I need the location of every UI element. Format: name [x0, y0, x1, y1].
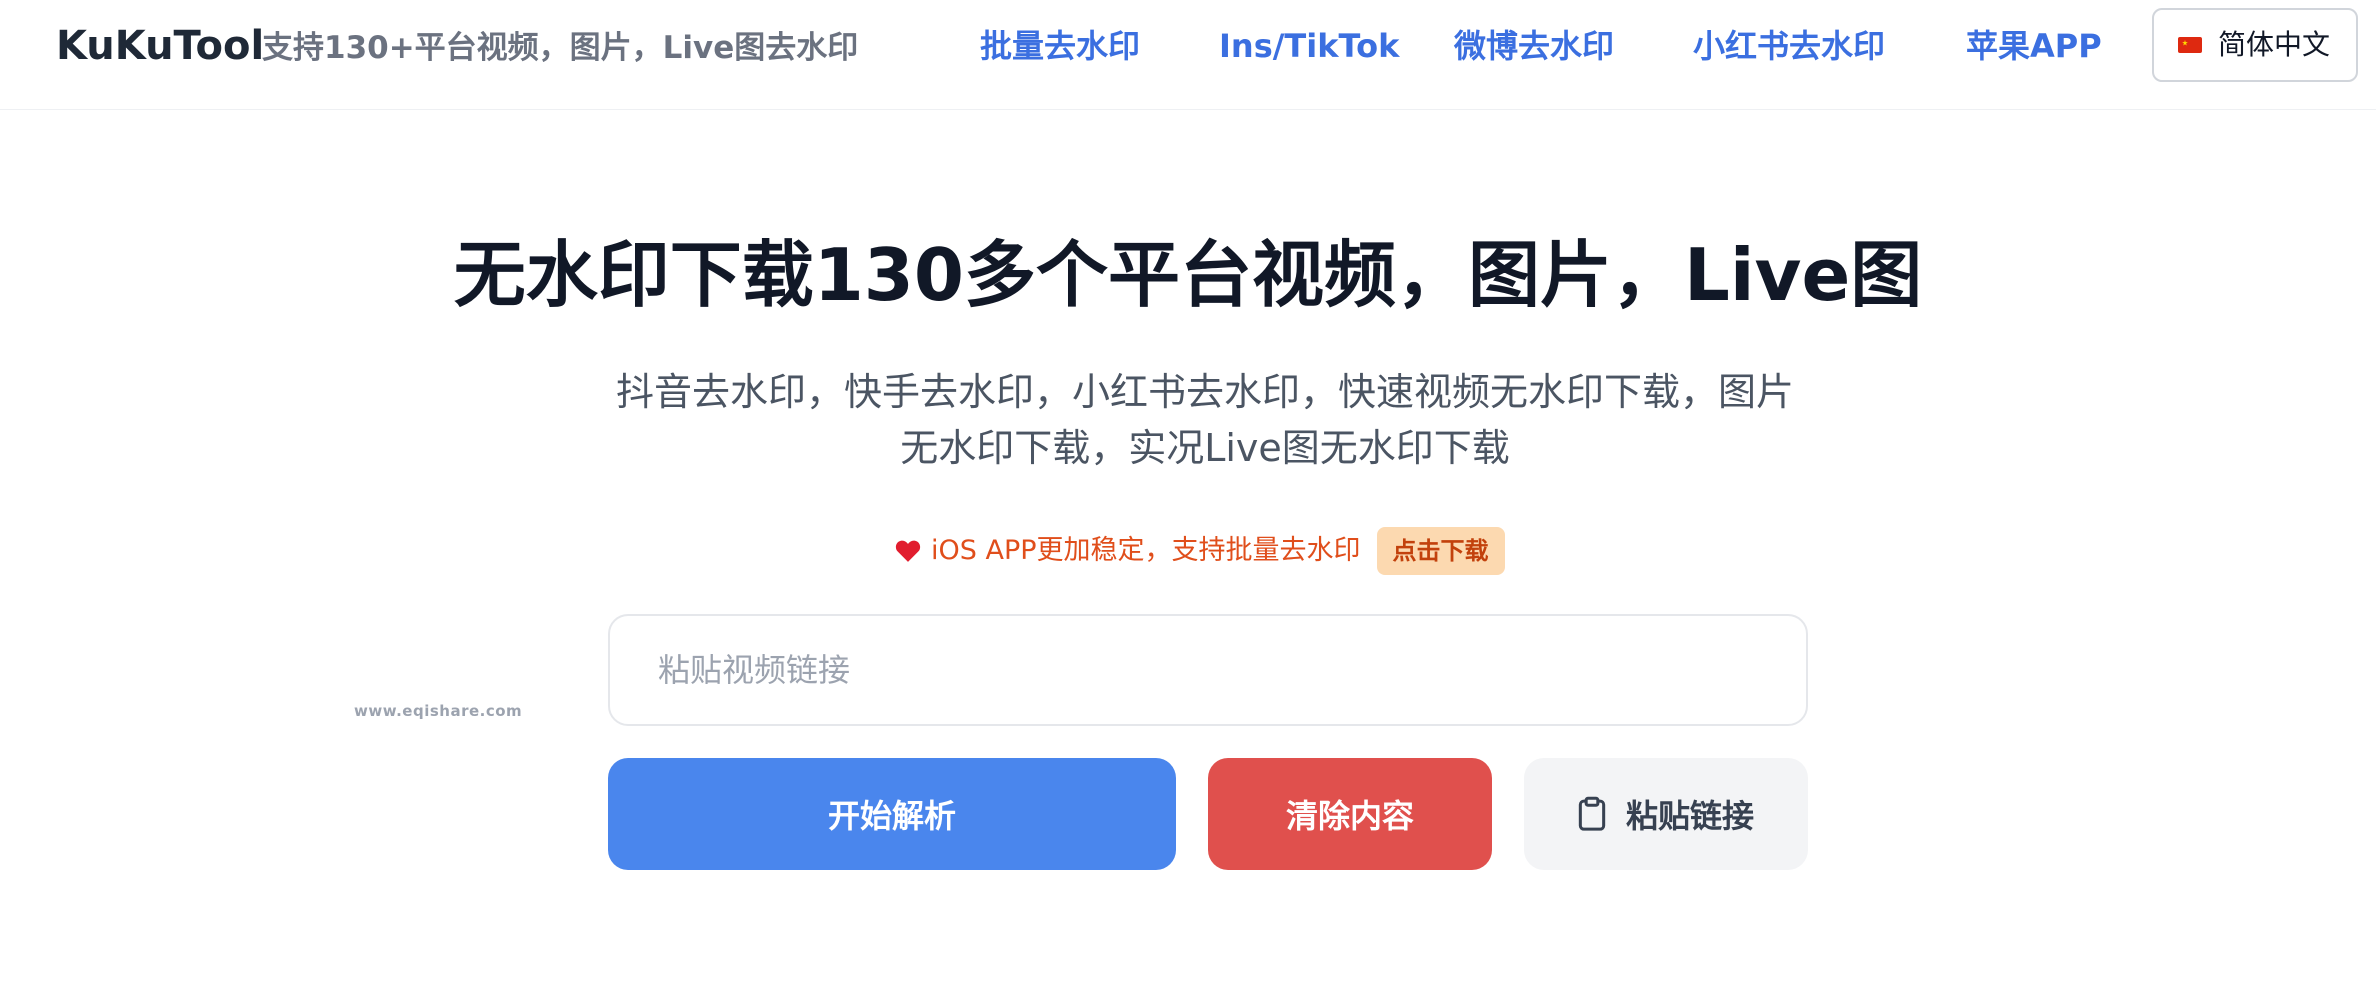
brand-tagline: 支持130+平台视频，图片，Live图去水印	[262, 30, 859, 66]
paste-link-button[interactable]: 粘贴链接	[1524, 758, 1808, 870]
site-watermark: www.eqishare.com	[354, 702, 523, 720]
nav-weibo[interactable]: 微博去水印	[1454, 26, 1614, 66]
download-app-badge[interactable]: 点击下载	[1376, 527, 1505, 575]
hero-title: 无水印下载130多个平台视频，图片，Live图	[453, 233, 1923, 317]
clipboard-icon	[1578, 796, 1606, 831]
clear-content-label: 清除内容	[1285, 797, 1414, 835]
nav-batch-remove[interactable]: 批量去水印	[980, 26, 1140, 66]
hero-subtitle: 抖音去水印，快手去水印，小红书去水印，快速视频无水印下载，图片无水印下载，实况L…	[615, 370, 1794, 470]
start-parse-label: 开始解析	[827, 797, 956, 835]
start-parse-button[interactable]: 开始解析	[608, 758, 1176, 870]
brand-logo[interactable]: KuKuTool	[56, 24, 264, 68]
clear-content-button[interactable]: 清除内容	[1208, 758, 1492, 870]
paste-link-label: 粘贴链接	[1625, 797, 1754, 835]
language-label: 简体中文	[2218, 28, 2331, 61]
ios-app-promo: iOS APP更加稳定，支持批量去水印 点击下载	[895, 526, 1505, 576]
nav-xiaohongshu[interactable]: 小红书去水印	[1693, 26, 1885, 66]
top-header: KuKuTool 支持130+平台视频，图片，Live图去水印 批量去水印 In…	[0, 0, 2376, 110]
nav-ins-tiktok[interactable]: Ins/TikTok	[1219, 26, 1399, 66]
video-link-input[interactable]	[608, 614, 1808, 726]
nav-apple-app[interactable]: 苹果APP	[1966, 26, 2102, 66]
china-flag-icon	[2178, 37, 2202, 53]
heart-icon	[895, 540, 921, 562]
language-selector[interactable]: 简体中文	[2152, 8, 2358, 82]
promo-text: iOS APP更加稳定，支持批量去水印	[931, 535, 1361, 566]
